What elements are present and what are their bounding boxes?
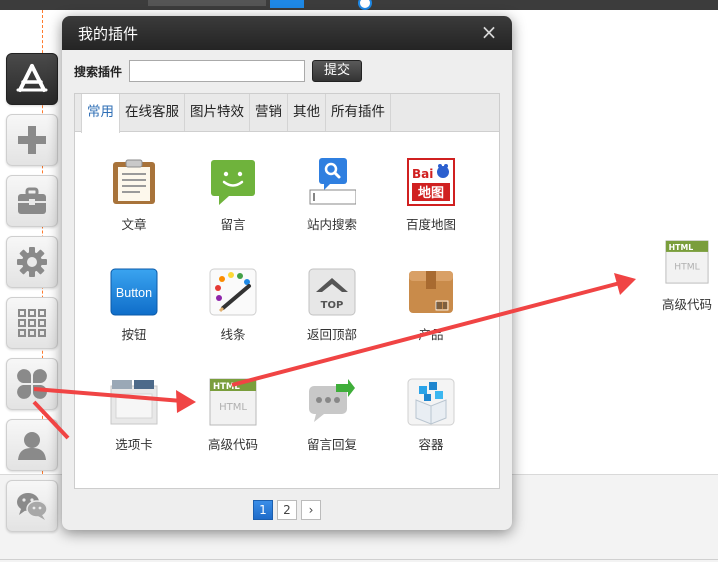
dialog-header: 我的插件 × bbox=[62, 16, 512, 50]
plugin-label: 选项卡 bbox=[115, 437, 153, 452]
toolbar-app-store-button[interactable] bbox=[6, 53, 58, 105]
plugin-label: 产品 bbox=[418, 327, 444, 342]
app-store-icon bbox=[16, 64, 48, 92]
toolbar-wechat-button[interactable] bbox=[6, 480, 58, 532]
user-icon bbox=[18, 432, 46, 460]
dropped-html-widget[interactable]: HTML HTML 高级代码 bbox=[656, 240, 718, 313]
plugin-tabs: 常用 在线客服 图片特效 营销 其他 所有插件 bbox=[75, 94, 499, 133]
svg-text:Button: Button bbox=[116, 286, 152, 300]
plugin-search-input[interactable] bbox=[129, 60, 305, 82]
top-bar-blue-button[interactable] bbox=[270, 0, 304, 8]
html-code-icon: HTML HTML bbox=[209, 378, 257, 426]
message-bubble-icon bbox=[211, 160, 255, 205]
svg-text:TOP: TOP bbox=[321, 300, 344, 311]
plugin-article[interactable]: 文章 bbox=[94, 158, 174, 233]
plugin-lines[interactable]: 线条 bbox=[193, 268, 273, 343]
plugin-button[interactable]: Button 按钮 bbox=[94, 268, 174, 343]
svg-text:HTML: HTML bbox=[219, 402, 247, 413]
plugin-label: 百度地图 bbox=[405, 217, 456, 232]
page-1-button[interactable]: 1 bbox=[253, 500, 273, 520]
tab-all-plugins[interactable]: 所有插件 bbox=[326, 94, 391, 131]
my-plugins-dialog: 我的插件 × 搜索插件 提交 常用 在线客服 图片特效 营销 其他 所有插件 文… bbox=[62, 16, 512, 530]
plugin-message[interactable]: 留言 bbox=[193, 158, 273, 233]
toolbox-icon bbox=[18, 187, 46, 214]
plugin-label: 留言回复 bbox=[306, 437, 357, 452]
tab-image-effects[interactable]: 图片特效 bbox=[185, 94, 250, 131]
toolbar-plugins-button[interactable] bbox=[6, 358, 58, 410]
site-search-icon bbox=[309, 158, 357, 205]
grid-dots-icon bbox=[18, 309, 46, 337]
baidu-map-icon: Bai 地图 bbox=[407, 158, 455, 206]
plugin-label: 留言 bbox=[220, 217, 246, 232]
plugin-label: 容器 bbox=[418, 437, 444, 452]
plugin-message-reply[interactable]: 留言回复 bbox=[292, 378, 372, 453]
pagination: 1 2 › bbox=[62, 500, 512, 522]
button-icon: Button bbox=[110, 268, 158, 316]
svg-text:HTML: HTML bbox=[213, 382, 240, 392]
svg-text:地图: 地图 bbox=[418, 185, 444, 201]
clover-icon bbox=[17, 369, 47, 399]
plugin-label: 线条 bbox=[220, 327, 246, 342]
plugin-html-code[interactable]: HTML HTML 高级代码 bbox=[193, 378, 273, 453]
svg-text:HTML: HTML bbox=[674, 261, 700, 272]
plugin-label: 站内搜索 bbox=[306, 217, 357, 232]
page-2-button[interactable]: 2 bbox=[277, 500, 297, 520]
top-bar-field bbox=[148, 0, 266, 6]
product-box-icon bbox=[409, 271, 453, 313]
close-icon[interactable]: × bbox=[480, 22, 498, 42]
plugin-label: 文章 bbox=[121, 217, 147, 232]
toolbar-toolbox-button[interactable] bbox=[6, 175, 58, 227]
svg-text:HTML: HTML bbox=[669, 243, 694, 252]
wechat-icon bbox=[17, 493, 48, 520]
container-box-icon bbox=[407, 378, 455, 426]
gear-icon bbox=[17, 247, 47, 277]
plugin-tabs-card[interactable]: 选项卡 bbox=[94, 378, 174, 453]
plugin-product[interactable]: 产品 bbox=[391, 268, 471, 343]
plugin-label: 按钮 bbox=[121, 327, 147, 342]
dropped-widget-label: 高级代码 bbox=[661, 297, 712, 312]
tab-online-service[interactable]: 在线客服 bbox=[120, 94, 185, 131]
next-page-button[interactable]: › bbox=[301, 500, 321, 520]
tab-other[interactable]: 其他 bbox=[288, 94, 326, 131]
html-code-icon: HTML HTML bbox=[665, 240, 709, 284]
plugin-label: 返回顶部 bbox=[306, 327, 357, 342]
search-label: 搜索插件 bbox=[74, 65, 123, 79]
toolbar-add-button[interactable] bbox=[6, 114, 58, 166]
svg-text:Bai: Bai bbox=[412, 167, 433, 181]
message-reply-icon bbox=[309, 379, 355, 422]
left-toolbar bbox=[6, 53, 58, 541]
top-bar bbox=[0, 0, 718, 10]
toolbar-grid-button[interactable] bbox=[6, 297, 58, 349]
tabs-card-icon bbox=[110, 380, 158, 425]
top-bar-circle-icon[interactable] bbox=[358, 0, 372, 10]
tab-common[interactable]: 常用 bbox=[81, 94, 120, 133]
plus-icon bbox=[18, 126, 46, 154]
plugin-site-search[interactable]: 站内搜索 bbox=[292, 158, 372, 233]
plugin-panel: 常用 在线客服 图片特效 营销 其他 所有插件 文章 留言 站内搜索 Bai 地… bbox=[74, 93, 500, 489]
toolbar-user-button[interactable] bbox=[6, 419, 58, 471]
plugin-baidu-map[interactable]: Bai 地图 百度地图 bbox=[391, 158, 471, 233]
plugin-container[interactable]: 容器 bbox=[391, 378, 471, 453]
dialog-title: 我的插件 bbox=[78, 25, 139, 43]
lines-palette-icon bbox=[209, 268, 257, 316]
back-to-top-icon: TOP bbox=[308, 268, 356, 316]
plugin-label: 高级代码 bbox=[207, 437, 258, 452]
toolbar-settings-button[interactable] bbox=[6, 236, 58, 288]
plugin-search-row: 搜索插件 提交 bbox=[74, 60, 494, 82]
plugin-back-to-top[interactable]: TOP 返回顶部 bbox=[292, 268, 372, 343]
tab-marketing[interactable]: 营销 bbox=[250, 94, 288, 131]
search-submit-button[interactable]: 提交 bbox=[312, 60, 362, 82]
article-clipboard-icon bbox=[113, 159, 155, 204]
